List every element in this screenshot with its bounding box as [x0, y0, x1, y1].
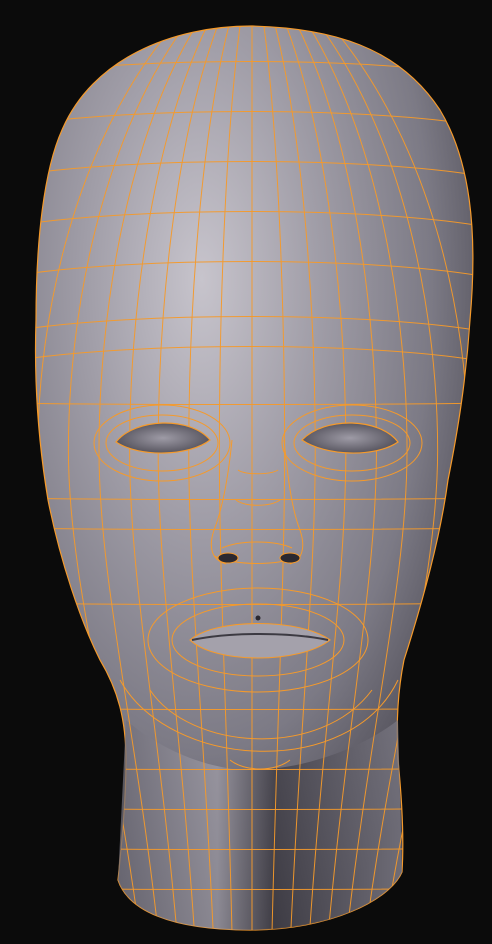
3d-viewport[interactable] [0, 0, 492, 944]
head-mesh-render[interactable] [0, 0, 492, 944]
